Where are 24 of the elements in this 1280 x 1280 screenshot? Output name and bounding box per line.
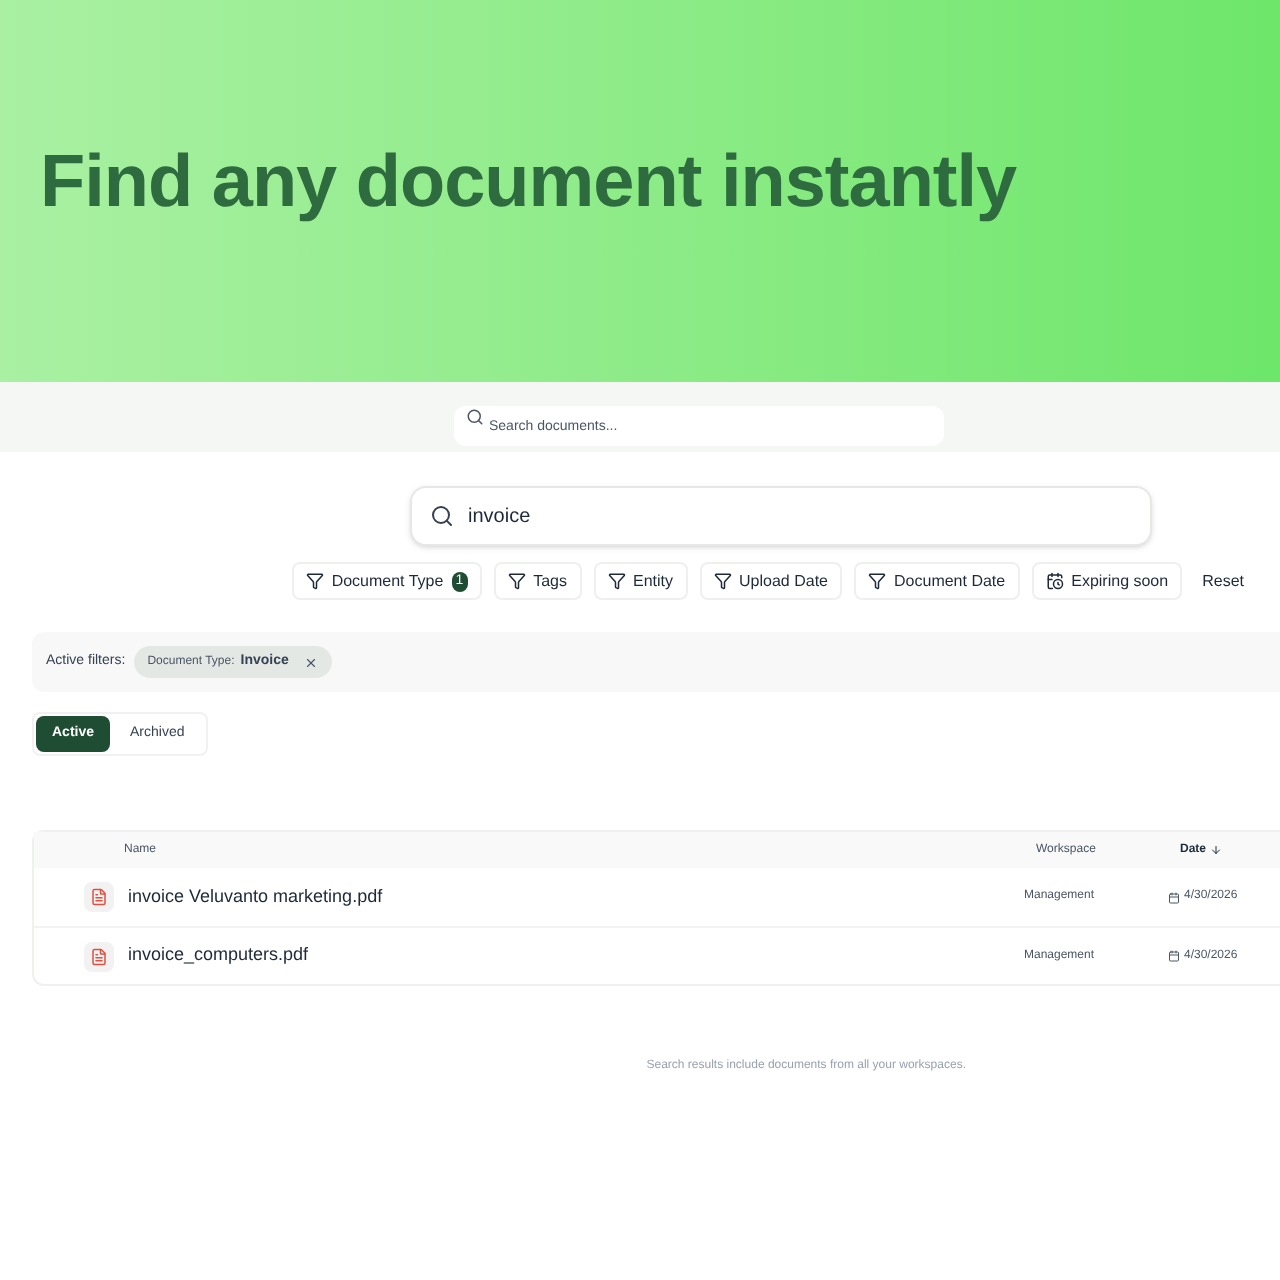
filter-button[interactable]: Document Date: [854, 562, 1020, 600]
pdf-file-icon: [84, 882, 114, 912]
file-name[interactable]: invoice_computers.pdf: [128, 942, 1024, 970]
filter-button[interactable]: Entity: [593, 562, 688, 600]
filter-icon: [507, 572, 526, 590]
search-field[interactable]: invoice: [410, 486, 1152, 546]
close-icon[interactable]: [304, 655, 319, 669]
filter-icon: [868, 572, 887, 590]
reset-button[interactable]: Reset: [1194, 562, 1252, 600]
pdf-file-icon: [84, 941, 114, 971]
file-name[interactable]: invoice Veluvanto marketing.pdf: [128, 883, 1024, 911]
calendar-clock-icon: [1045, 572, 1064, 590]
filter-icon: [607, 572, 626, 590]
calendar-icon: [1168, 891, 1180, 903]
search-icon: [430, 504, 454, 528]
search-icon: [465, 408, 483, 426]
filter-button[interactable]: Expiring soon: [1031, 562, 1183, 600]
filter-icon: [713, 572, 732, 590]
calendar-icon: [1168, 950, 1180, 962]
headline: Find any document instantly: [40, 144, 1017, 218]
filter-icon: [305, 572, 324, 590]
filter-button[interactable]: Tags: [493, 562, 582, 600]
filter-button[interactable]: Upload Date: [699, 562, 843, 600]
sort-arrow-icon: [1210, 844, 1223, 856]
